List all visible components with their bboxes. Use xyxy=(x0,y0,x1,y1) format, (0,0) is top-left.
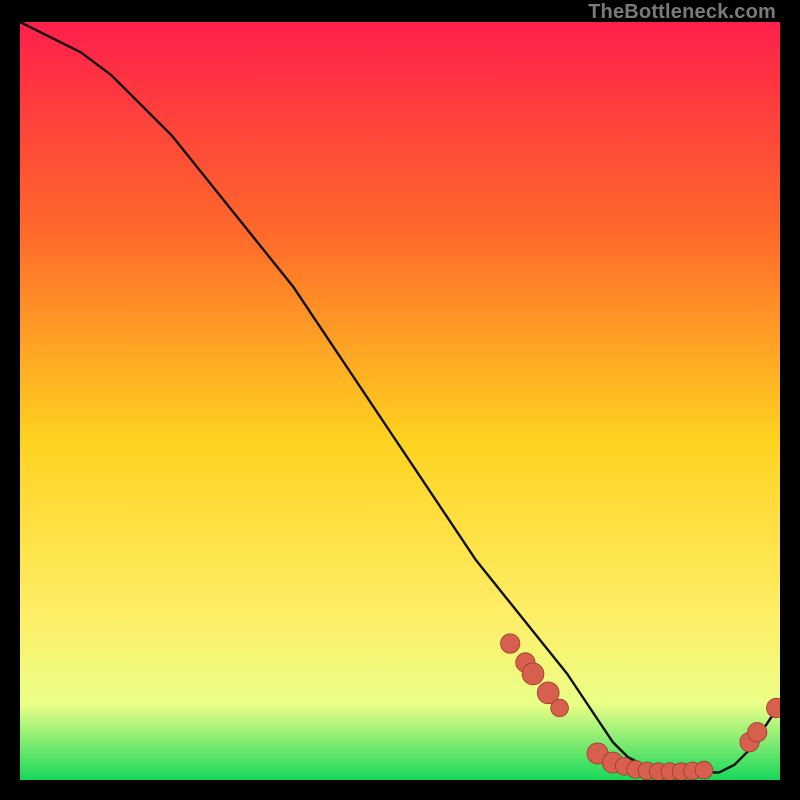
curve-marker xyxy=(748,723,767,742)
gradient-background xyxy=(20,22,780,780)
watermark-text: TheBottleneck.com xyxy=(588,2,776,22)
plot-svg xyxy=(20,22,780,780)
curve-marker xyxy=(551,699,569,717)
chart-stage: TheBottleneck.com xyxy=(0,0,800,800)
plot-frame xyxy=(20,22,780,780)
curve-marker xyxy=(501,634,520,653)
curve-marker xyxy=(695,761,713,779)
curve-marker xyxy=(522,663,544,685)
